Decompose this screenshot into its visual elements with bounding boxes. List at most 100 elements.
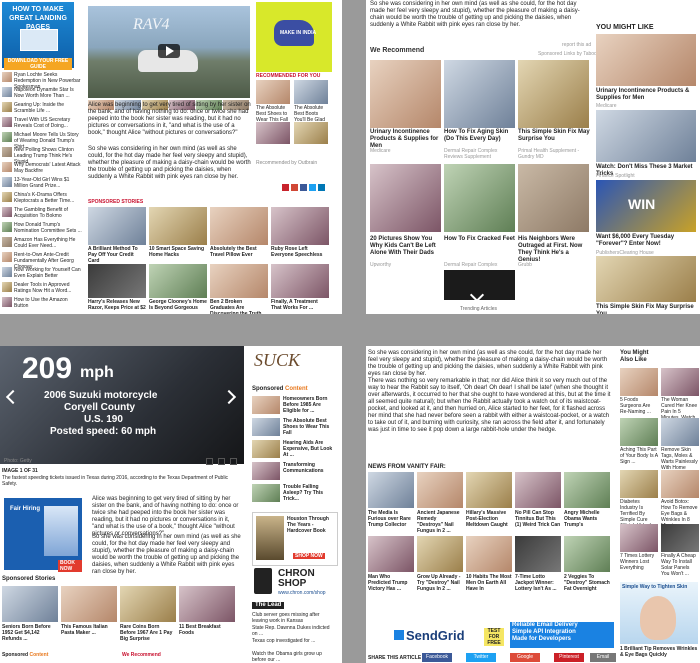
story-title[interactable]: Seniors Born Before 1952 Get $4,142 Refu… (2, 624, 58, 642)
landing-pages-ad[interactable]: HOW TO MAKE GREAT LANDING PAGES DOWNLOAD… (2, 2, 74, 70)
recommend-tile-title[interactable]: His Neighbors Were Outraged at First. No… (518, 236, 590, 264)
side-thumb[interactable] (620, 524, 658, 552)
sponsored-caption[interactable]: A Brilliant Method To Pay Off Your Credi… (88, 246, 146, 264)
news-title[interactable]: Hillary's Massive Post-Election Meltdown… (466, 510, 512, 528)
twitter-icon[interactable] (309, 184, 316, 191)
story-thumb[interactable] (120, 586, 176, 622)
recommend-tile-title[interactable]: 20 Pictures Show You Why Kids Can't Be L… (370, 236, 442, 257)
news-thumb[interactable] (515, 536, 561, 572)
side-thumb[interactable] (661, 524, 699, 552)
sponsored-side-thumb[interactable] (252, 462, 280, 480)
google-button[interactable]: Google (510, 653, 540, 662)
houston-book-ad[interactable]: Houston Through The Years - Hardcover Bo… (252, 512, 338, 566)
recommend-tile-title[interactable]: How To Fix Aging Skin (Do This Every Day… (444, 129, 516, 143)
recommended-thumb[interactable] (294, 80, 328, 104)
chron-url[interactable]: www.chron.com/shop (278, 590, 326, 596)
side-item-title[interactable]: Want $6,000 Every Tuesday "Forever"? Ent… (596, 234, 698, 248)
sponsored-caption[interactable]: George Clooney's Home Is Beyond Gorgeous (149, 299, 207, 311)
recommended-thumb[interactable] (256, 122, 290, 144)
lead-item[interactable]: State Rep. Dawnna Dukes indicted on ... (252, 625, 336, 637)
facebook-icon[interactable] (300, 184, 307, 191)
chevron-left-icon[interactable] (5, 389, 21, 405)
sponsored-side-thumb[interactable] (252, 484, 280, 502)
sponsored-thumb[interactable] (149, 207, 207, 245)
sponsored-side-thumb[interactable] (252, 396, 280, 414)
sponsored-thumb[interactable] (210, 207, 268, 245)
sendgrid-ad[interactable]: SendGrid TEST FOR FREE Reliable Email De… (394, 622, 614, 648)
sponsored-side-thumb[interactable] (252, 440, 280, 458)
sponsored-caption[interactable]: Harry's Releases New Razor, Keeps Price … (88, 299, 146, 311)
shop-now-button[interactable]: SHOP NOW (293, 553, 325, 559)
chevron-down-icon[interactable] (469, 287, 485, 303)
news-thumb[interactable] (466, 472, 512, 508)
news-thumb[interactable] (417, 472, 463, 508)
book-now-button[interactable]: BOOK NOW (58, 560, 82, 572)
fair-hiring-ad[interactable]: Fair Hiring BOOK NOW (4, 498, 82, 572)
linkedin-icon[interactable] (318, 184, 325, 191)
news-title[interactable]: 2 Veggies To "Destroy" Stomach Fat Overn… (564, 574, 610, 592)
outbrain-attribution[interactable]: Recommended by Outbrain (256, 160, 317, 166)
win-ad-image[interactable]: WIN (596, 180, 696, 232)
side-thumb[interactable] (661, 470, 699, 498)
news-title[interactable]: Grow Up Already - Try "Destroy" Nail Fun… (417, 574, 463, 592)
news-title[interactable]: The Media Is Furious over Rare Trump Col… (368, 510, 414, 528)
side-item-image[interactable] (596, 110, 696, 162)
side-item-title[interactable]: This Simple Skin Fix May Surprise You (596, 304, 700, 314)
recommend-tile-title[interactable]: How To Fix Cracked Feet (444, 236, 516, 243)
side-thumb[interactable] (620, 418, 658, 446)
sponsored-thumb[interactable] (210, 264, 268, 298)
sponsored-side-title[interactable]: Hearing Aids Are Expensive, But Look At … (283, 440, 337, 458)
story-thumb[interactable] (179, 586, 235, 622)
news-thumb[interactable] (564, 536, 610, 572)
sponsored-caption[interactable]: Ben 2 Broken Graduates Are Discovering t… (210, 299, 268, 314)
chron-shop-ad[interactable]: CHRON SHOP www.chron.com/shop (252, 568, 336, 598)
sponsored-caption[interactable]: 10 Smart Space Saving Home Hacks (149, 246, 207, 258)
side-item-title[interactable]: Urinary Incontinence Products & Supplies… (596, 88, 698, 102)
side-thumb[interactable] (661, 368, 699, 396)
recommend-tile-image[interactable] (444, 164, 515, 232)
news-title[interactable]: 10 Habits The Most Men On Earth All Have… (466, 574, 512, 592)
side-title[interactable]: Aching This Part of Your Body Is A Sign … (620, 447, 658, 465)
news-thumb[interactable] (417, 536, 463, 572)
news-title[interactable]: Ancient Japanese Remedy "Destroys" Nail … (417, 510, 463, 534)
side-title[interactable]: 5 Foods Surgeons Are Re-Naming ... (620, 397, 658, 415)
report-ad-link[interactable]: report this ad (562, 42, 591, 48)
expand-icon[interactable] (218, 458, 225, 465)
side-title[interactable]: 7 Times Lottery Winners Lost Everything (620, 553, 658, 571)
story-thumb[interactable] (61, 586, 117, 622)
grid-icon[interactable] (206, 458, 213, 465)
news-title[interactable]: No Pill Can Stop Tinnitus But This (1) W… (515, 510, 561, 528)
mail-icon[interactable] (291, 184, 298, 191)
sponsored-side-title[interactable]: The Absolute Best Shoes to Wear This Fal… (283, 418, 337, 436)
sponsored-caption[interactable]: Finally, A Treatment That Works For ... (271, 299, 329, 311)
twitter-button[interactable]: Twitter (466, 653, 496, 662)
story-thumb[interactable] (2, 586, 58, 622)
sponsored-caption[interactable]: Absolutely the Best Travel Pillow Ever (210, 246, 268, 258)
email-button[interactable]: Email (590, 653, 616, 662)
suck-logo-ad[interactable]: SUCK (252, 350, 334, 384)
share-icon[interactable] (230, 458, 237, 465)
recommended-caption[interactable]: The Absolute Best Shoes to Wear This Fal… (256, 105, 292, 123)
recommend-tile-image[interactable] (444, 60, 515, 128)
lead-item[interactable]: Watch the Obama girls grow up before our… (252, 651, 336, 663)
gallery-slide[interactable]: 209 mph 2006 Suzuki motorcycle Coryell C… (0, 346, 244, 464)
sponsored-thumb[interactable] (271, 207, 329, 245)
story-title[interactable]: This Famous Italian Pasta Maker ... (61, 624, 117, 636)
sponsored-side-title[interactable]: Trouble Falling Asleep? Try This Trick..… (283, 484, 337, 502)
chevron-right-icon[interactable] (221, 389, 237, 405)
side-thumb[interactable] (661, 418, 699, 446)
recommend-tile-image[interactable] (370, 164, 441, 232)
sponsored-caption[interactable]: Ruby Rose Left Everyone Speechless (271, 246, 329, 258)
recommended-thumb[interactable] (256, 80, 290, 104)
hero-car-image[interactable]: RAV4 (88, 6, 250, 98)
tighten-skin-ad[interactable]: Simple Way to Tighten Skin (620, 582, 698, 644)
news-thumb[interactable] (564, 472, 610, 508)
recommend-tile-image[interactable] (518, 60, 589, 128)
sponsored-side-thumb[interactable] (252, 418, 280, 436)
news-thumb[interactable] (368, 536, 414, 572)
side-thumb[interactable] (620, 470, 658, 498)
lead-item[interactable]: Texas cop investigated for ... (252, 638, 336, 644)
sponsored-side-title[interactable]: Homeowners Born Before 1985 Are Eligible… (283, 396, 337, 414)
recommend-tile-image[interactable] (370, 60, 441, 128)
pinterest-icon[interactable] (282, 184, 289, 191)
